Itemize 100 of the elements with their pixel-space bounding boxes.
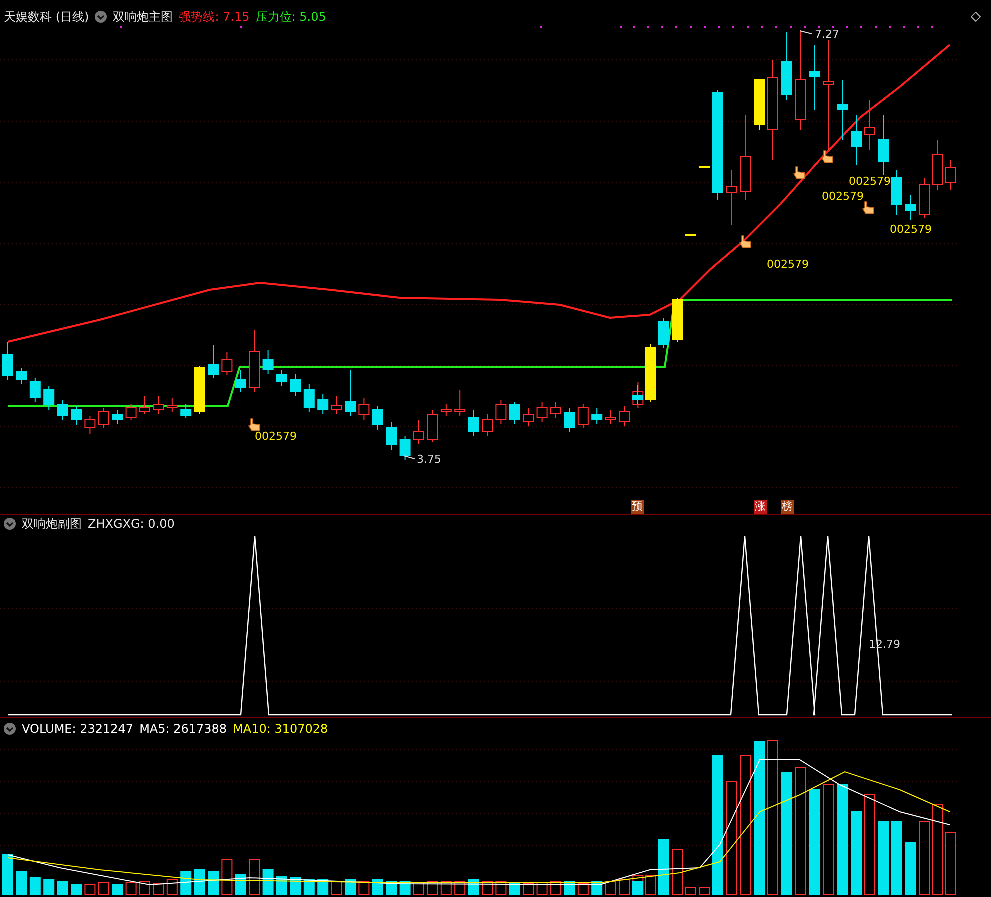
candlestick [672, 298, 684, 342]
candlestick [126, 404, 137, 420]
candlestick [726, 170, 738, 226]
stock-code-label: 002579 [255, 430, 297, 443]
candlestick [140, 396, 150, 414]
pointing-hand-icon [821, 150, 834, 164]
candlestick [290, 374, 302, 396]
candlestick [946, 160, 956, 190]
candlestick [932, 140, 944, 190]
candlestick [523, 408, 534, 426]
volume-bar [509, 884, 520, 896]
signal-badge: 涨 [754, 500, 767, 514]
stock-code-label: 002579 [822, 190, 864, 203]
candlestick [304, 384, 315, 412]
volume-bar [194, 870, 206, 896]
candlestick [112, 410, 124, 424]
diamond-icon[interactable] [971, 12, 981, 22]
candlestick [331, 396, 342, 414]
candlestick [838, 80, 848, 140]
candlestick [30, 378, 41, 402]
high-price-pointer: 7.27 [800, 28, 840, 41]
candlestick [920, 178, 930, 218]
candlestick [276, 370, 288, 386]
stock-code-label: 002579 [849, 175, 891, 188]
candlestick [427, 410, 438, 442]
candlestick [414, 420, 424, 444]
stock-code-label: 002579 [890, 223, 932, 236]
volume-bar [112, 884, 124, 896]
volume-bar [44, 880, 55, 896]
candlestick [878, 114, 890, 176]
candlestick [400, 436, 411, 460]
indicator-value: ZHXGXG: 0.00 [88, 517, 175, 531]
signal-badge: 预 [631, 500, 644, 514]
candlestick [57, 400, 68, 420]
candlestick [632, 384, 644, 404]
pointing-hand-icon [793, 166, 806, 180]
signal-badge: 榜 [781, 500, 794, 514]
candlestick [509, 402, 520, 424]
candlestick [16, 368, 28, 384]
candlestick [84, 416, 96, 434]
candlestick [345, 370, 356, 416]
candlestick [166, 398, 178, 412]
candlestick [906, 194, 916, 220]
candlestick [468, 410, 480, 436]
volume-bar [345, 880, 356, 896]
low-price-pointer: 3.75 [404, 453, 442, 466]
volume-bar [16, 872, 28, 896]
candlestick [754, 80, 766, 130]
candlestick [2, 342, 14, 380]
volume-bar [208, 872, 219, 896]
volume-bar [906, 842, 916, 896]
stock-title: 天娱数科 (日线) [4, 10, 90, 24]
candlestick [646, 344, 656, 402]
candlestick [44, 386, 55, 410]
candlestick [658, 318, 670, 348]
candlestick [864, 100, 876, 150]
indicator-value: 压力位: 5.05 [256, 10, 326, 24]
candlestick [536, 402, 548, 422]
candlestick [386, 422, 398, 450]
volume-bar [386, 882, 398, 896]
collapse-chevron-icon[interactable] [4, 723, 16, 735]
candlestick [810, 44, 820, 110]
candlestick [153, 396, 164, 414]
candlestick [194, 366, 206, 414]
candlestick [358, 398, 370, 420]
candlestick [550, 402, 562, 418]
volume-bar [30, 878, 41, 896]
indicator-name: 双响炮主图 [113, 10, 174, 24]
candlestick [482, 414, 493, 436]
candlestick [619, 406, 630, 426]
candlestick [318, 394, 329, 414]
volume-bar [2, 854, 14, 896]
candlestick [852, 114, 862, 166]
candlestick [372, 406, 384, 430]
candlestick [700, 166, 710, 168]
volume-bar [290, 878, 302, 896]
volume-bar [180, 872, 192, 896]
candlestick [235, 370, 246, 392]
pointing-hand-icon [862, 202, 874, 214]
volume-bar [276, 876, 288, 896]
candlestick [782, 32, 792, 100]
candlestick [249, 330, 260, 392]
volume-bar [632, 882, 644, 896]
candlestick [222, 352, 233, 376]
volume-bar [57, 882, 68, 896]
collapse-chevron-icon[interactable] [95, 11, 108, 23]
pointing-hand-icon [739, 236, 752, 248]
candlestick [686, 234, 696, 236]
volume-bar [262, 870, 274, 896]
candlestick [564, 408, 576, 432]
indicator-value: 强势线: 7.15 [179, 10, 250, 24]
volume-bar [71, 884, 82, 896]
stock-code-label: 002579 [767, 258, 809, 271]
candlestick [496, 400, 507, 424]
pointing-hand-icon [248, 418, 260, 432]
candlestick [892, 170, 902, 216]
candlestick [208, 344, 219, 378]
collapse-chevron-icon[interactable] [4, 518, 16, 530]
candlestick [605, 410, 616, 424]
volume-bar [658, 840, 670, 896]
